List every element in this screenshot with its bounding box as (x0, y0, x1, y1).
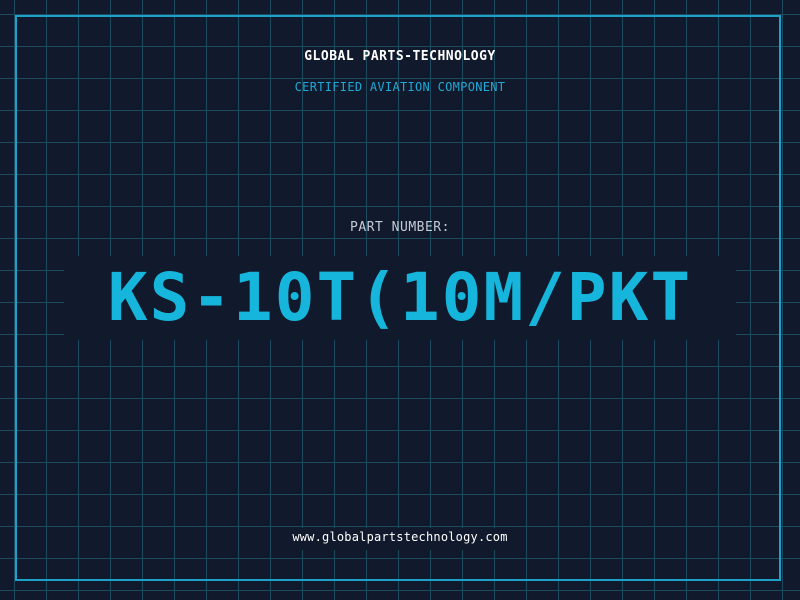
part-number-value: KS-10T(10M/PKT (107, 259, 693, 336)
part-card: GLOBAL PARTS-TECHNOLOGY CERTIFIED AVIATI… (0, 0, 800, 600)
brand-subtitle: CERTIFIED AVIATION COMPONENT (294, 80, 506, 94)
part-number-label: PART NUMBER: (350, 220, 450, 235)
website-url: www.globalpartstechnology.com (292, 530, 508, 544)
brand-title: GLOBAL PARTS-TECHNOLOGY (304, 49, 496, 64)
